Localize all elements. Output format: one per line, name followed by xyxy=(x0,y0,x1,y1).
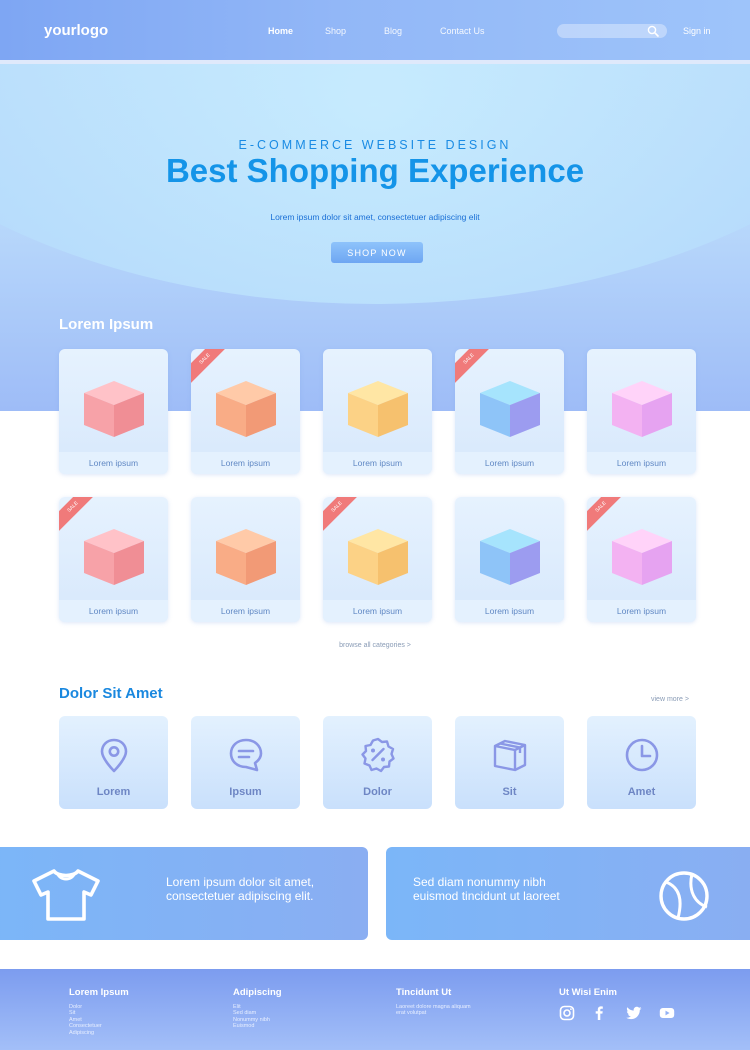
footer-column-title: Adipiscing xyxy=(233,987,282,998)
category-label: Lorem xyxy=(96,786,131,798)
view-more-link[interactable]: view more > xyxy=(651,696,689,703)
category-label: Amet xyxy=(627,786,656,798)
product-label: Lorem ipsum xyxy=(323,600,432,622)
product-label: Lorem ipsum xyxy=(191,452,300,474)
footer-column-title: Tincidunt Ut xyxy=(396,987,452,998)
cube-product-image xyxy=(84,381,144,437)
twitter-icon[interactable] xyxy=(626,1005,642,1021)
cube-product-image xyxy=(480,381,540,437)
products-section-title: Lorem Ipsum xyxy=(59,316,154,333)
top-nav: yourlogo Home Shop Blog Contact Us Sign … xyxy=(0,0,750,60)
product-card[interactable]: SALE Lorem ipsum xyxy=(455,349,564,474)
category-card-ipsum[interactable]: Ipsum xyxy=(191,716,300,809)
product-card[interactable]: Lorem ipsum xyxy=(587,349,696,474)
product-card[interactable]: Lorem ipsum xyxy=(455,497,564,622)
cube-product-image xyxy=(348,381,408,437)
product-label: Lorem ipsum xyxy=(587,452,696,474)
promo-text-line: Sed diam nonummy nibh xyxy=(413,875,546,889)
promo-banner-left[interactable]: Lorem ipsum dolor sit amet, consectetuer… xyxy=(0,847,368,940)
product-card[interactable]: Lorem ipsum xyxy=(191,497,300,622)
nav-link-home[interactable]: Home xyxy=(268,26,293,36)
cube-product-image xyxy=(480,529,540,585)
product-label: Lorem ipsum xyxy=(59,452,168,474)
footer-column-title: Lorem Ipsum xyxy=(69,987,129,998)
nav-link-blog[interactable]: Blog xyxy=(384,26,402,36)
cube-product-image xyxy=(612,529,672,585)
shop-now-button[interactable]: SHOP NOW xyxy=(331,242,423,263)
categories-section-title: Dolor Sit Amet xyxy=(59,685,163,702)
product-label: Lorem ipsum xyxy=(191,600,300,622)
t-shirt-icon xyxy=(32,869,100,921)
product-label: Lorem ipsum xyxy=(455,600,564,622)
promo-banner-right[interactable]: Sed diam nonummy nibh euismod tincidunt … xyxy=(386,847,750,940)
product-card[interactable]: SALE Lorem ipsum xyxy=(191,349,300,474)
category-label: Sit xyxy=(502,786,517,798)
hero-title: Best Shopping Experience xyxy=(165,152,585,189)
ball-icon xyxy=(659,871,709,921)
category-card-amet[interactable]: Amet xyxy=(587,716,696,809)
category-card-dolor[interactable]: Dolor xyxy=(323,716,432,809)
footer-column-list: Elit Sed diam Nonummy nibh Euismod xyxy=(233,1004,270,1030)
cube-product-image xyxy=(216,381,276,437)
nav-link-shop[interactable]: Shop xyxy=(325,26,346,36)
promo-text-line: consectetuer adipiscing elit. xyxy=(166,889,314,903)
facebook-icon[interactable] xyxy=(591,1005,607,1021)
product-card[interactable]: Lorem ipsum xyxy=(323,349,432,474)
hero-subtitle: Lorem ipsum dolor sit amet, consectetuer… xyxy=(270,212,480,222)
footer-link[interactable]: Consectetuer xyxy=(69,1023,102,1029)
footer-link[interactable]: erat volutpat xyxy=(396,1010,471,1016)
footer-link[interactable]: Euismod xyxy=(233,1023,270,1029)
product-label: Lorem ipsum xyxy=(323,452,432,474)
package-box-icon xyxy=(493,739,527,772)
product-label: Lorem ipsum xyxy=(59,600,168,622)
footer-link[interactable]: Adipiscing xyxy=(69,1030,102,1036)
promo-text-line: Lorem ipsum dolor sit amet, xyxy=(166,875,315,889)
youtube-icon[interactable] xyxy=(659,1005,675,1021)
nav-link-contact-us[interactable]: Contact Us xyxy=(440,26,485,36)
promo-text-line: euismod tincidunt ut laoreet xyxy=(413,889,560,903)
product-label: Lorem ipsum xyxy=(587,600,696,622)
footer: Lorem Ipsum Dolor Sit Amet Consectetuer … xyxy=(0,969,750,1050)
cube-product-image xyxy=(84,529,144,585)
chat-bubble-icon xyxy=(229,738,263,772)
category-card-sit[interactable]: Sit xyxy=(455,716,564,809)
footer-column-list: Laoreet dolore magna aliquam erat volutp… xyxy=(396,1004,471,1017)
category-label: Ipsum xyxy=(229,786,262,798)
discount-badge-icon xyxy=(361,737,395,773)
cube-product-image xyxy=(612,381,672,437)
browse-all-categories-link[interactable]: browse all categories > xyxy=(0,642,750,649)
product-card[interactable]: SALE Lorem ipsum xyxy=(59,497,168,622)
cube-product-image xyxy=(348,529,408,585)
cube-product-image xyxy=(216,529,276,585)
logo[interactable]: yourlogo xyxy=(44,22,108,39)
footer-column-title: Ut Wisi Enim xyxy=(559,987,617,998)
product-card[interactable]: SALE Lorem ipsum xyxy=(587,497,696,622)
category-label: Dolor xyxy=(363,786,392,798)
product-card[interactable]: Lorem ipsum xyxy=(59,349,168,474)
product-card[interactable]: SALE Lorem ipsum xyxy=(323,497,432,622)
hero-kicker: E-COMMERCE WEBSITE DESIGN xyxy=(238,138,512,152)
search-icon[interactable] xyxy=(646,24,660,38)
footer-column-list: Dolor Sit Amet Consectetuer Adipiscing xyxy=(69,1004,102,1036)
clock-icon xyxy=(625,738,659,772)
product-label: Lorem ipsum xyxy=(455,452,564,474)
location-pin-icon xyxy=(100,738,128,773)
instagram-icon[interactable] xyxy=(559,1005,575,1021)
sign-in-link[interactable]: Sign in xyxy=(683,26,711,36)
category-card-lorem[interactable]: Lorem xyxy=(59,716,168,809)
